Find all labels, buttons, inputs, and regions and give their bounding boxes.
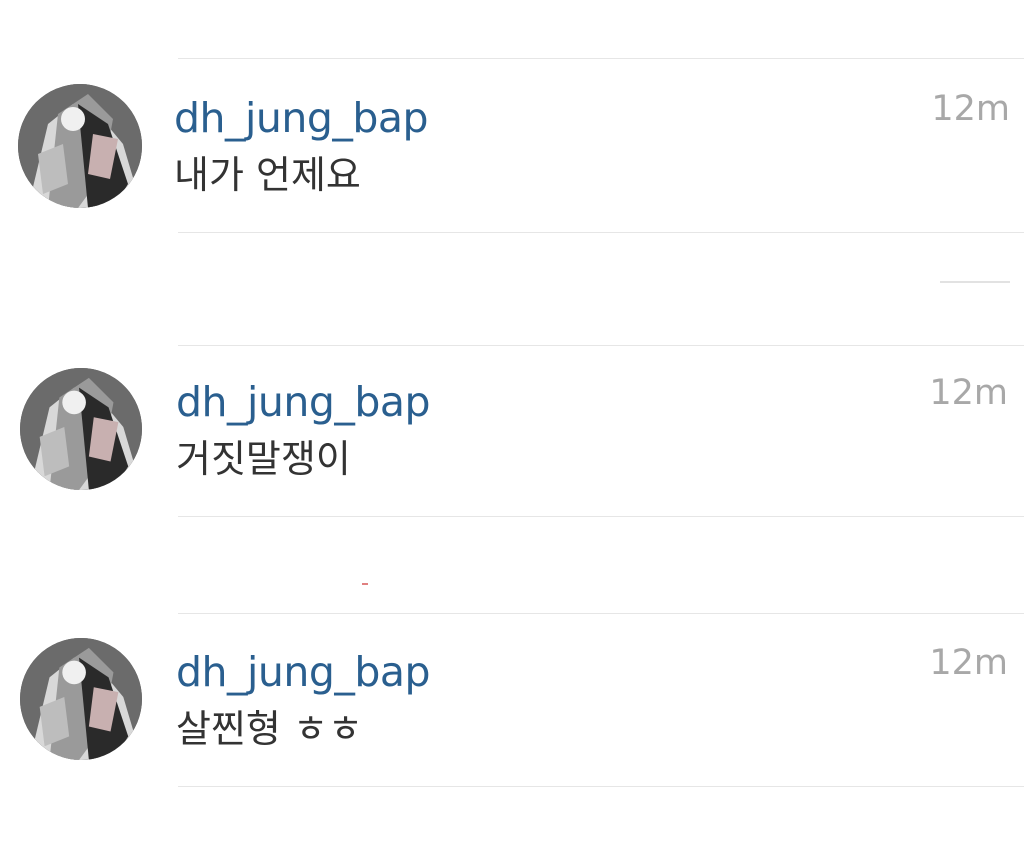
comment-text: 살찐형 ㅎㅎ xyxy=(176,707,363,751)
avatar-image xyxy=(18,84,142,208)
comment-item[interactable]: dh_jung_bap 내가 언제요 12m xyxy=(0,84,1024,224)
comment-item[interactable]: dh_jung_bap 살찐형 ㅎㅎ 12m xyxy=(0,638,1024,778)
username[interactable]: dh_jung_bap xyxy=(176,382,431,423)
comment-text: 거짓말쟁이 xyxy=(176,437,351,481)
timestamp: 12m xyxy=(929,373,1008,413)
divider xyxy=(178,232,1024,233)
user-avatar-icon[interactable] xyxy=(20,368,142,490)
comment-item[interactable]: dh_jung_bap 거짓말쟁이 12m xyxy=(0,368,1024,508)
username[interactable]: dh_jung_bap xyxy=(176,652,431,693)
cropped-fragment xyxy=(362,583,368,585)
divider xyxy=(178,613,1024,614)
cropped-fragment xyxy=(940,281,1010,283)
divider xyxy=(178,516,1024,517)
comment-text: 내가 언제요 xyxy=(174,153,361,197)
avatar-image xyxy=(20,368,142,490)
avatar-image xyxy=(20,638,142,760)
divider xyxy=(178,345,1024,346)
username[interactable]: dh_jung_bap xyxy=(174,98,429,139)
timestamp: 12m xyxy=(929,643,1008,683)
divider xyxy=(178,58,1024,59)
user-avatar-icon[interactable] xyxy=(20,638,142,760)
user-avatar-icon[interactable] xyxy=(18,84,142,208)
timestamp: 12m xyxy=(931,89,1010,129)
divider xyxy=(178,786,1024,787)
